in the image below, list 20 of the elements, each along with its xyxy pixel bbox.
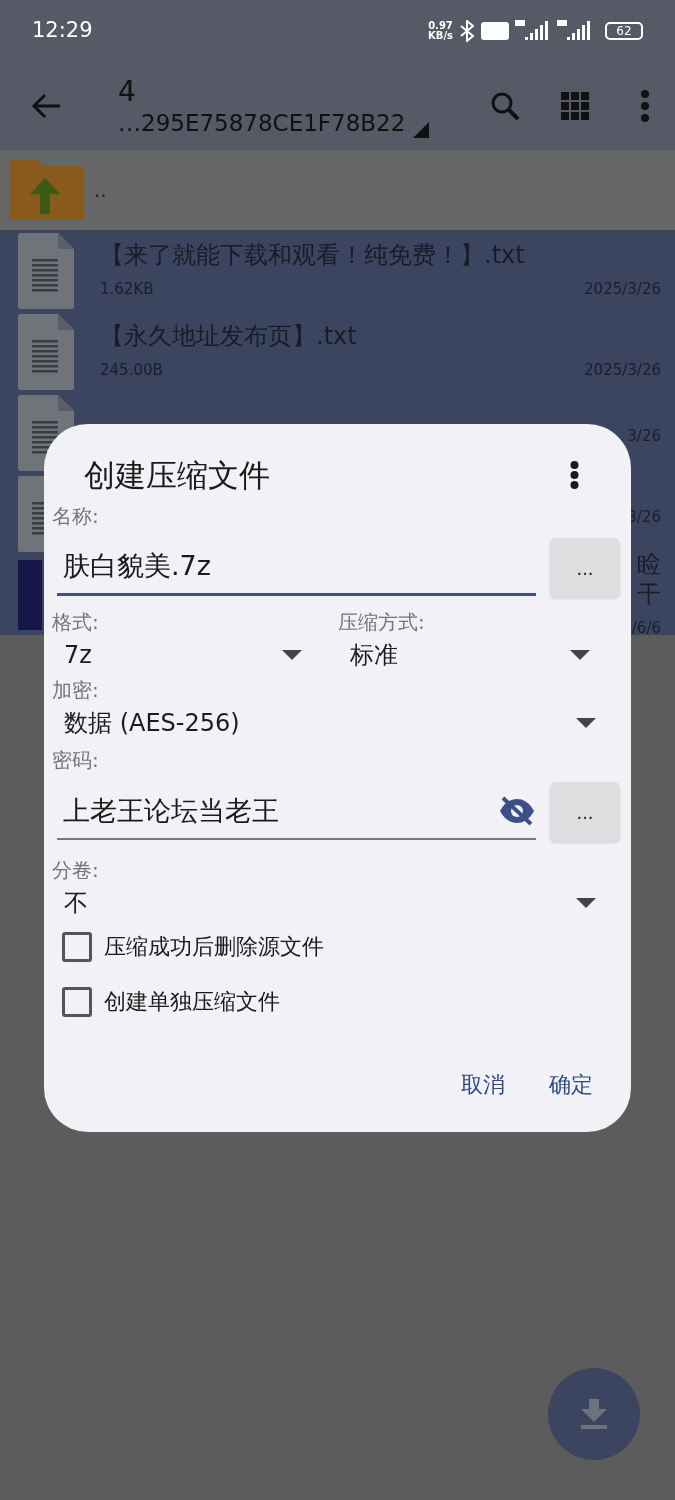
file-name: 睑 (637, 549, 661, 580)
field-label: 格式: (52, 612, 100, 632)
checkbox-label: 创建单独压缩文件 (104, 988, 280, 1016)
file-name: 干 (637, 579, 661, 610)
checkbox-label: 压缩成功后删除源文件 (104, 933, 324, 961)
field-label: 加密: (52, 680, 100, 700)
status-time: 12:29 (32, 17, 93, 45)
app-bar-title: 4 (118, 74, 137, 110)
field-label: 压缩方式: (338, 612, 426, 632)
file-name: 【永久地址发布页】.txt (100, 321, 358, 352)
field-label: 分卷: (52, 860, 100, 880)
file-name: 【来了就能下载和观看！纯免费！】.txt (100, 240, 526, 271)
dialog-title: 创建压缩文件 (84, 455, 270, 495)
network-speed-unit: KB/s (428, 31, 453, 41)
field-label: 名称: (52, 506, 100, 526)
app-bar-subtitle: …295E75878CE1F78B22 (118, 109, 406, 138)
battery-level: 62 (616, 25, 632, 37)
parent-folder-name: .. (94, 177, 107, 204)
field-label: 密码: (52, 750, 100, 770)
network-speed: 0.97 (428, 21, 453, 31)
